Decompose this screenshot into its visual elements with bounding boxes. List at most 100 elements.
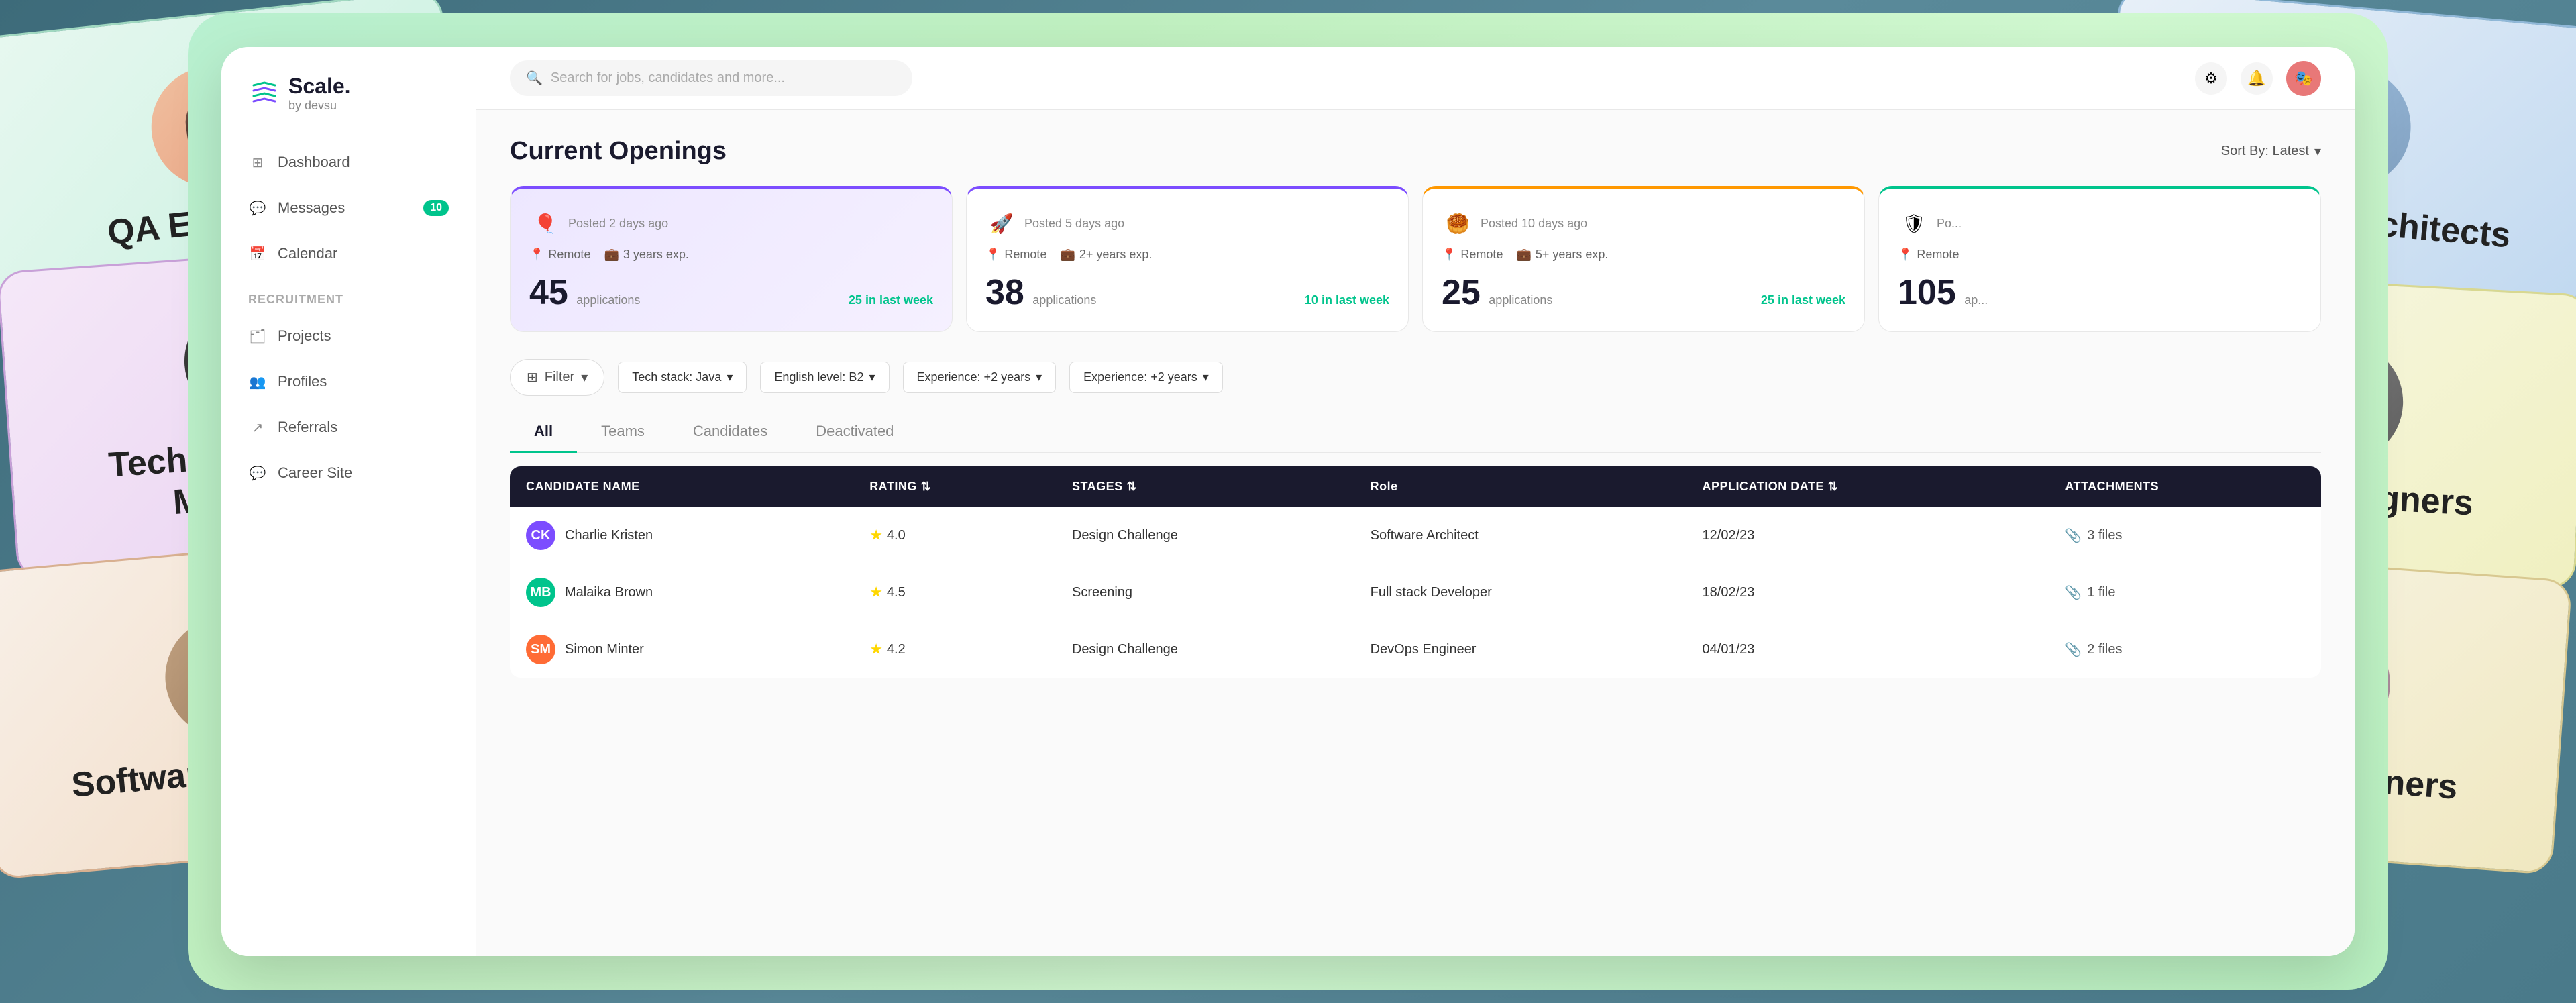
th-attachments: ATTACHMENTS xyxy=(2049,466,2321,507)
chip-chevron-1: ▾ xyxy=(727,370,733,384)
sidebar-item-messages[interactable]: 💬 Messages 10 xyxy=(221,185,476,231)
filter-button[interactable]: ⊞ Filter ▾ xyxy=(510,359,604,396)
tab-all[interactable]: All xyxy=(510,412,577,453)
opening-card-3[interactable]: 🥮 Posted 10 days ago 📍 Remote 💼 xyxy=(1422,186,1865,332)
sidebar-item-projects[interactable]: 🗂 Projects xyxy=(221,313,476,359)
opening-location-1: 📍 Remote xyxy=(529,248,590,262)
nav-section-recruitment: RECRUITMENT xyxy=(221,276,476,313)
opening-count-3: 25 xyxy=(1442,273,1481,312)
opening-posted-2: Posted 5 days ago xyxy=(1024,217,1124,231)
avatar-malaika: MB xyxy=(526,578,555,607)
notifications-icon[interactable]: 🔔 xyxy=(2241,62,2273,95)
logo-name: Scale. xyxy=(288,74,351,99)
chip-tech-stack[interactable]: Tech stack: Java ▾ xyxy=(618,362,747,393)
app-window: Scale. by devsu ⊞ Dashboard 💬 Messages 1… xyxy=(221,47,2355,956)
sidebar-item-referrals[interactable]: ↗ Referrals xyxy=(221,405,476,450)
tab-deactivated[interactable]: Deactivated xyxy=(792,412,918,453)
sort-by-dropdown[interactable]: Sort By: Latest ▾ xyxy=(2221,143,2321,160)
opening-location-3: 📍 Remote xyxy=(1442,248,1503,262)
search-box[interactable]: 🔍 Search for jobs, candidates and more..… xyxy=(510,60,912,96)
th-stages: STAGES ⇅ xyxy=(1056,466,1354,507)
chip-label-exp1: Experience: +2 years xyxy=(917,370,1031,384)
td-name-1: CK Charlie Kristen xyxy=(510,507,853,564)
th-date: APPLICATION DATE ⇅ xyxy=(1686,466,2049,507)
opening-posted-1: Posted 2 days ago xyxy=(568,217,668,231)
opening-location-2: 📍 Remote xyxy=(985,248,1046,262)
sidebar-item-label-profiles: Profiles xyxy=(278,373,327,390)
settings-icon[interactable]: ⚙ xyxy=(2195,62,2227,95)
opening-count-4: 105 xyxy=(1898,273,1956,312)
td-date-2: 18/02/23 xyxy=(1686,564,2049,621)
table-header: CANDIDATE NAME RATING ⇅ STAGES ⇅ Role AP… xyxy=(510,466,2321,507)
tabs-row: All Teams Candidates Deactivated xyxy=(510,412,2321,453)
chip-chevron-2: ▾ xyxy=(869,370,875,384)
projects-icon: 🗂 xyxy=(248,327,267,346)
opening-week-3: 25 in last week xyxy=(1761,293,1845,307)
filter-label: Filter xyxy=(545,370,574,385)
location-icon-1: 📍 xyxy=(529,248,544,262)
messages-icon: 💬 xyxy=(248,199,267,217)
openings-section-header: Current Openings Sort By: Latest ▾ xyxy=(510,137,2321,166)
table-row-1[interactable]: CK Charlie Kristen ★ 4.0 Design Chal xyxy=(510,507,2321,564)
td-date-1: 12/02/23 xyxy=(1686,507,2049,564)
th-name: CANDIDATE NAME xyxy=(510,466,853,507)
opening-posted-4: Po... xyxy=(1937,217,1962,231)
search-placeholder: Search for jobs, candidates and more... xyxy=(551,70,785,86)
candidates-table: CANDIDATE NAME RATING ⇅ STAGES ⇅ Role AP… xyxy=(510,466,2321,678)
location-icon-4: 📍 xyxy=(1898,248,1913,262)
sort-chevron-icon: ▾ xyxy=(2314,143,2321,160)
opening-count-1: 45 xyxy=(529,273,568,312)
location-icon-3: 📍 xyxy=(1442,248,1456,262)
td-role-1: Software Architect xyxy=(1354,507,1686,564)
main-content: 🔍 Search for jobs, candidates and more..… xyxy=(476,47,2355,956)
th-role: Role xyxy=(1354,466,1686,507)
chip-experience-1[interactable]: Experience: +2 years ▾ xyxy=(903,362,1057,393)
sidebar: Scale. by devsu ⊞ Dashboard 💬 Messages 1… xyxy=(221,47,476,956)
chip-english-level[interactable]: English level: B2 ▾ xyxy=(760,362,889,393)
search-icon: 🔍 xyxy=(526,70,543,87)
top-bar: 🔍 Search for jobs, candidates and more..… xyxy=(476,47,2355,110)
td-role-3: DevOps Engineer xyxy=(1354,621,1686,678)
td-name-3: SM Simon Minter xyxy=(510,621,853,678)
opening-card-2[interactable]: 🚀 Posted 5 days ago 📍 Remote 💼 xyxy=(966,186,1409,332)
table-body: CK Charlie Kristen ★ 4.0 Design Chal xyxy=(510,507,2321,678)
user-avatar-top[interactable]: 🎭 xyxy=(2286,61,2321,96)
briefcase-icon-2: 💼 xyxy=(1060,248,1075,262)
location-icon-2: 📍 xyxy=(985,248,1000,262)
sidebar-item-label-referrals: Referrals xyxy=(278,419,337,436)
th-rating: RATING ⇅ xyxy=(853,466,1056,507)
attachment-icon-3: 📎 xyxy=(2065,641,2082,658)
attachment-icon-1: 📎 xyxy=(2065,527,2082,544)
star-icon-1: ★ xyxy=(869,527,883,544)
sidebar-item-calendar[interactable]: 📅 Calendar xyxy=(221,231,476,276)
main-app-container: Scale. by devsu ⊞ Dashboard 💬 Messages 1… xyxy=(188,13,2388,990)
sidebar-item-dashboard[interactable]: ⊞ Dashboard xyxy=(221,140,476,185)
chip-experience-2[interactable]: Experience: +2 years ▾ xyxy=(1069,362,1223,393)
opening-icon-4: 🛡 xyxy=(1898,207,1930,240)
opening-exp-3: 💼 5+ years exp. xyxy=(1516,248,1608,262)
filter-icon: ⊞ xyxy=(527,369,538,386)
logo-area: Scale. by devsu xyxy=(221,74,476,140)
opening-icon-1: 🎈 xyxy=(529,207,561,240)
table-row-2[interactable]: MB Malaika Brown ★ 4.5 Screening xyxy=(510,564,2321,621)
logo-icon xyxy=(248,77,280,109)
opening-icon-2: 🚀 xyxy=(985,207,1018,240)
sidebar-item-label-projects: Projects xyxy=(278,327,331,345)
star-icon-2: ★ xyxy=(869,584,883,601)
opening-icon-3: 🥮 xyxy=(1442,207,1474,240)
table-row-3[interactable]: SM Simon Minter ★ 4.2 Design Challen xyxy=(510,621,2321,678)
chip-label-english: English level: B2 xyxy=(774,370,863,384)
opening-card-4[interactable]: 🛡 Po... 📍 Remote xyxy=(1878,186,2321,332)
tab-candidates[interactable]: Candidates xyxy=(669,412,792,453)
sidebar-item-label-dashboard: Dashboard xyxy=(278,154,350,171)
profiles-icon: 👥 xyxy=(248,372,267,391)
td-role-2: Full stack Developer xyxy=(1354,564,1686,621)
chip-label-tech: Tech stack: Java xyxy=(632,370,721,384)
opening-card-1[interactable]: 🎈 Posted 2 days ago 📍 Remote 💼 xyxy=(510,186,953,332)
openings-row: 🎈 Posted 2 days ago 📍 Remote 💼 xyxy=(510,186,2321,332)
sidebar-item-career-site[interactable]: 💬 Career Site xyxy=(221,450,476,496)
tab-teams[interactable]: Teams xyxy=(577,412,669,453)
openings-title: Current Openings xyxy=(510,137,727,166)
sidebar-item-profiles[interactable]: 👥 Profiles xyxy=(221,359,476,405)
career-site-icon: 💬 xyxy=(248,464,267,482)
